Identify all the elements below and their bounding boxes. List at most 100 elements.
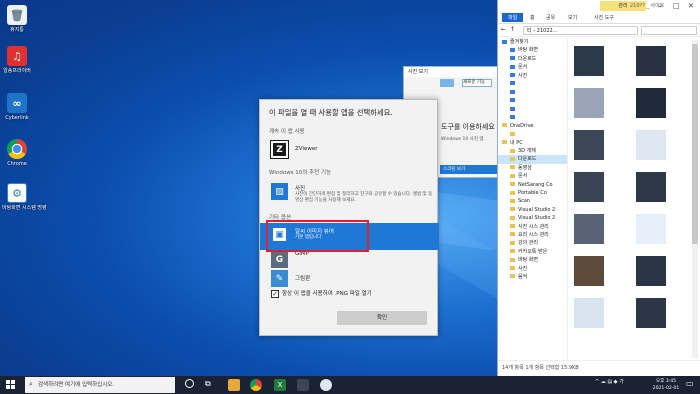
- nav-item[interactable]: [498, 114, 567, 122]
- mini-item[interactable]: 새로운 기능: [462, 79, 492, 87]
- app-taskbar-icon[interactable]: [297, 379, 309, 391]
- image-thumbnail[interactable]: [636, 46, 666, 76]
- cortana-icon[interactable]: [185, 379, 194, 388]
- image-thumbnail[interactable]: [574, 214, 604, 244]
- ok-button[interactable]: 확인: [337, 311, 427, 325]
- image-thumbnail[interactable]: [574, 256, 604, 286]
- minimize-icon[interactable]: –: [658, 0, 662, 12]
- nav-item[interactable]: 카카오톡 받은: [498, 248, 567, 256]
- app-option-paint[interactable]: ✎ 그림판: [260, 268, 439, 288]
- system-tray[interactable]: ^ ☁ ▤ ◆ 가: [595, 378, 624, 385]
- back-arrow-icon[interactable]: ←: [501, 26, 506, 33]
- nav-item[interactable]: [498, 88, 567, 96]
- nav-item-label: 음악: [518, 273, 528, 280]
- file-grid[interactable]: [570, 40, 700, 360]
- file-explorer-taskbar-icon[interactable]: [228, 379, 240, 391]
- section-windows: Windows 10의 추천 기능: [269, 170, 332, 176]
- nav-item[interactable]: Visual Studio 2: [498, 214, 567, 222]
- nav-item[interactable]: 즐겨찾기: [498, 38, 567, 46]
- image-thumbnail[interactable]: [574, 46, 604, 76]
- app-option-gimp[interactable]: G GIMP: [260, 250, 439, 270]
- image-thumbnail[interactable]: [636, 130, 666, 160]
- image-thumbnail[interactable]: [636, 298, 666, 328]
- maximize-icon[interactable]: □: [673, 0, 680, 12]
- tab-home[interactable]: 홈: [530, 14, 535, 21]
- folder-icon: [510, 224, 515, 229]
- nav-item[interactable]: 내 PC: [498, 139, 567, 147]
- nav-item[interactable]: OneDrive: [498, 122, 567, 130]
- image-thumbnail[interactable]: [574, 298, 604, 328]
- desktop-icon-chrome[interactable]: Chrome: [2, 139, 32, 167]
- nav-item[interactable]: Scan: [498, 197, 567, 205]
- nav-item[interactable]: 사진: [498, 265, 567, 273]
- status-bar: 14개 항목 1개 항목 선택함 15.9KB: [498, 360, 700, 376]
- tab-share[interactable]: 공유: [546, 14, 555, 21]
- nav-item[interactable]: Visual Studio 2: [498, 206, 567, 214]
- scrollbar[interactable]: [692, 40, 698, 358]
- tab-file[interactable]: 파일: [502, 13, 524, 22]
- desktop-icon-system[interactable]: ⚙ 바탕화면 시스템 명령: [2, 183, 47, 211]
- folder-icon: [510, 89, 515, 94]
- nav-item[interactable]: 바탕 화면: [498, 46, 567, 54]
- nav-item[interactable]: 사진 시스 관리: [498, 223, 567, 231]
- checkbox-check-icon[interactable]: ✓: [271, 289, 279, 298]
- nav-item[interactable]: 문서: [498, 172, 567, 180]
- nav-item[interactable]: [498, 97, 567, 105]
- nav-item[interactable]: 다운로드: [498, 55, 567, 63]
- nav-item[interactable]: 3D 개체: [498, 147, 567, 155]
- folder-icon: [510, 215, 515, 220]
- open-with-dialog[interactable]: 이 파일을 열 때 사용할 앱을 선택하세요. 계속 이 앱 사용 Z ZVie…: [259, 99, 439, 336]
- app-name: 그림판: [295, 276, 311, 282]
- nav-item[interactable]: 사진: [498, 72, 567, 80]
- nav-item[interactable]: [498, 80, 567, 88]
- desktop-icon-cyberlink[interactable]: ∞ Cyberlink: [2, 93, 32, 121]
- always-use-checkbox[interactable]: ✓ 항상 이 앱을 사용하여 .PNG 파일 열기: [271, 289, 372, 298]
- mini-desc: Windows 10 사진 앱: [441, 137, 484, 142]
- chrome-taskbar-icon[interactable]: [250, 379, 262, 391]
- nav-item[interactable]: 요리 시스 관리: [498, 231, 567, 239]
- address-bar[interactable]: 티 › 21022...: [523, 26, 638, 35]
- desktop-icon-recycle-bin[interactable]: 🗑 휴지통: [2, 5, 32, 33]
- clock[interactable]: 오후 3:45 2021-02-01: [651, 378, 681, 392]
- mini-button[interactable]: 스크린 보기: [440, 165, 498, 174]
- image-thumbnail[interactable]: [636, 88, 666, 118]
- image-thumbnail[interactable]: [574, 172, 604, 202]
- app-option-zviewer[interactable]: Z ZViewer: [260, 138, 439, 162]
- mini-heading: 도구를 이용하세요: [441, 123, 495, 131]
- nav-item[interactable]: 바탕 화면: [498, 256, 567, 264]
- desktop-icon-alsong[interactable]: ♫ 알송프라이버: [2, 46, 32, 74]
- image-thumbnail[interactable]: [574, 130, 604, 160]
- notification-icon[interactable]: ▭: [686, 379, 694, 388]
- nav-item[interactable]: [498, 130, 567, 138]
- app-option-photos[interactable]: ▨ 사진 사진이 간단하게 편집 및 정리하고 친구와 공유할 수 있습니다. …: [260, 180, 439, 210]
- nav-item[interactable]: 다운로드: [498, 155, 567, 164]
- recycle-bin-icon: 🗑: [7, 5, 27, 25]
- image-thumbnail[interactable]: [574, 88, 604, 118]
- image-thumbnail[interactable]: [636, 256, 666, 286]
- viewer-taskbar-icon[interactable]: [320, 379, 332, 391]
- nav-item-label: 바탕 화면: [518, 257, 538, 264]
- nav-item[interactable]: NetSarang Co: [498, 181, 567, 189]
- taskbar-search-input[interactable]: 검색하려면 여기에 입력하십시오.: [25, 377, 175, 393]
- up-arrow-icon[interactable]: ↑: [510, 26, 515, 33]
- file-explorer-window[interactable]: 관리 210?? _ 사이트 – □ ✕ 파일 홈 공유 보기 사진 도구 ← …: [497, 0, 700, 376]
- navigation-pane[interactable]: 즐겨찾기 바탕 화면 다운로드 문서 사진 OneDrive 내 PC 3D 개체 다운로드 동영…: [498, 38, 568, 360]
- nav-item[interactable]: Portable Co: [498, 189, 567, 197]
- infinity-icon: ∞: [7, 93, 27, 113]
- task-view-icon[interactable]: ⧉: [205, 379, 211, 389]
- tab-view[interactable]: 보기: [568, 14, 577, 21]
- folder-icon: [510, 190, 515, 195]
- nav-item[interactable]: 문서: [498, 63, 567, 71]
- windows-start-icon[interactable]: [6, 380, 16, 390]
- search-input[interactable]: [641, 26, 697, 35]
- tab-picture-tools[interactable]: 사진 도구: [594, 14, 614, 21]
- scrollbar-thumb[interactable]: [692, 44, 698, 244]
- image-thumbnail[interactable]: [636, 172, 666, 202]
- excel-taskbar-icon[interactable]: X: [274, 379, 286, 391]
- nav-item[interactable]: 음악: [498, 273, 567, 281]
- close-icon[interactable]: ✕: [688, 0, 694, 12]
- nav-item[interactable]: [498, 105, 567, 113]
- image-thumbnail[interactable]: [636, 214, 666, 244]
- nav-item[interactable]: 동영상: [498, 164, 567, 172]
- nav-item[interactable]: 강의 관리: [498, 239, 567, 247]
